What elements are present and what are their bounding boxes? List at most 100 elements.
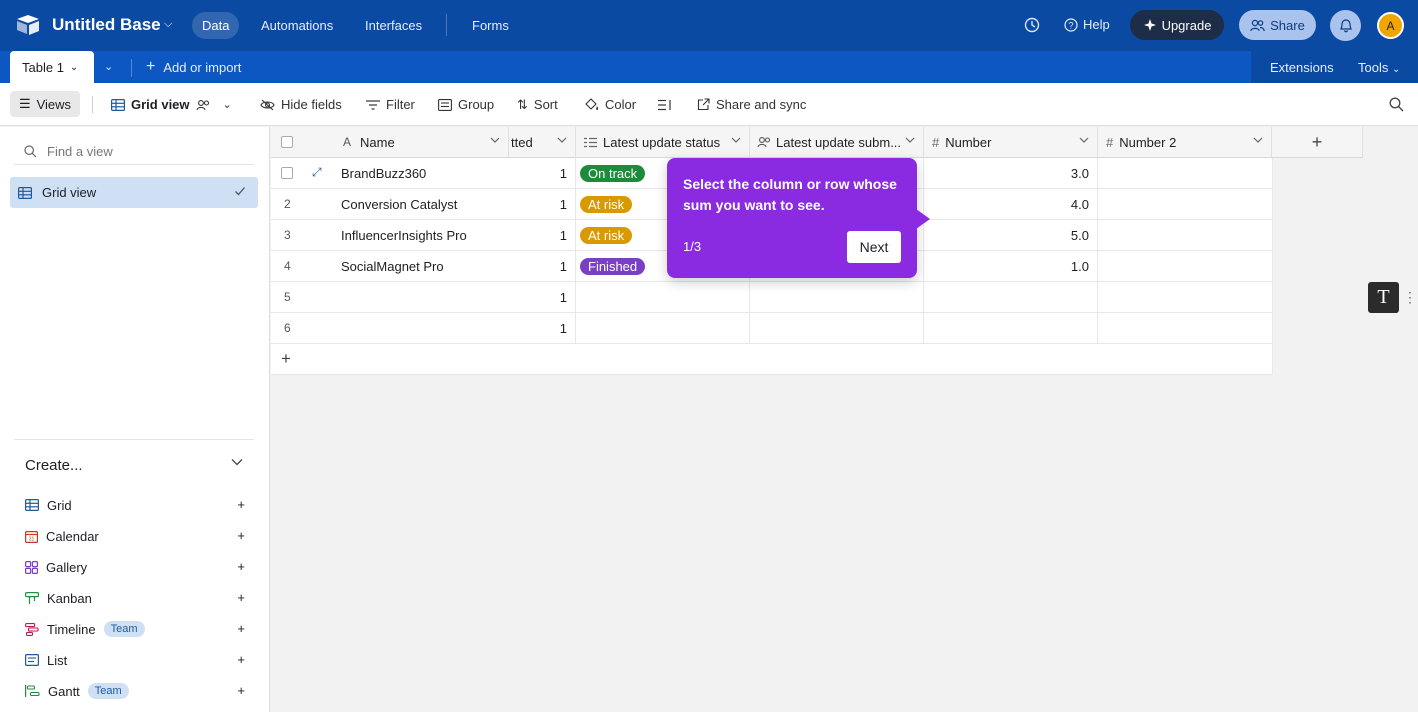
base-logo-icon[interactable] <box>16 14 40 36</box>
next-button[interactable]: Next <box>847 231 901 263</box>
chevron-down-icon[interactable] <box>731 137 741 144</box>
plus-icon[interactable]: + <box>237 652 245 667</box>
number2-cell[interactable] <box>1098 220 1273 251</box>
sort-button[interactable]: ⇅ Sort <box>517 94 558 115</box>
group-button[interactable]: Group <box>438 94 494 115</box>
create-gallery[interactable]: Gallery + <box>25 557 245 577</box>
search-icon[interactable] <box>1389 97 1404 112</box>
text-tool-button[interactable]: T <box>1368 282 1399 313</box>
plus-icon[interactable]: + <box>237 559 245 574</box>
upgrade-button[interactable]: Upgrade <box>1130 10 1224 40</box>
find-view-search[interactable]: Find a view <box>14 139 254 165</box>
create-gantt[interactable]: Gantt Team + <box>25 681 245 701</box>
table-row[interactable]: ⤢ BrandBuzz360 <box>271 158 509 189</box>
nav-automations[interactable]: Automations <box>251 12 343 39</box>
record-name[interactable]: BrandBuzz360 <box>341 166 426 181</box>
number2-column-header[interactable]: # Number 2 <box>1098 127 1272 158</box>
count-cell[interactable]: 1 <box>509 189 576 220</box>
plus-icon[interactable]: + <box>237 497 245 512</box>
svg-text:31: 31 <box>29 536 35 542</box>
number2-cell[interactable] <box>1098 282 1273 313</box>
record-name[interactable]: InfluencerInsights Pro <box>341 228 467 243</box>
share-and-sync-button[interactable]: Share and sync <box>697 94 806 115</box>
tab-table-1[interactable]: Table 1 ⌄ <box>10 51 94 83</box>
status-column-header[interactable]: Latest update status <box>576 127 750 158</box>
record-name[interactable]: SocialMagnet Pro <box>341 259 444 274</box>
create-section-title[interactable]: Create... <box>25 457 83 474</box>
notifications-button[interactable] <box>1330 10 1361 41</box>
submitter-column-header[interactable]: Latest update subm... <box>750 127 924 158</box>
expand-record-icon[interactable]: ⤢ <box>312 165 322 180</box>
submitted-column-header[interactable]: tted <box>509 127 576 158</box>
chevron-down-icon[interactable]: ⌄ <box>223 98 232 111</box>
number2-cell[interactable] <box>1098 251 1273 282</box>
find-view-input[interactable]: Find a view <box>47 144 113 159</box>
chevron-down-icon[interactable] <box>490 137 500 144</box>
share-button[interactable]: Share <box>1239 10 1316 40</box>
create-kanban[interactable]: Kanban + <box>25 588 245 608</box>
number2-cell[interactable] <box>1098 313 1273 344</box>
number-cell[interactable] <box>924 313 1098 344</box>
extensions-button[interactable]: Extensions <box>1270 60 1334 75</box>
grid-icon <box>25 499 39 511</box>
count-cell[interactable]: 1 <box>509 251 576 282</box>
table-row[interactable]: 4 SocialMagnet Pro <box>271 251 509 282</box>
name-column-header[interactable]: A Name <box>271 127 509 158</box>
table-row[interactable]: 6 <box>271 313 509 344</box>
chevron-down-icon[interactable] <box>905 137 915 144</box>
add-or-import-button[interactable]: + Add or import <box>146 58 241 76</box>
plus-icon[interactable]: + <box>237 590 245 605</box>
add-row-button[interactable]: + <box>271 344 509 375</box>
submitter-cell[interactable] <box>750 313 924 344</box>
help-button[interactable]: ? Help <box>1064 13 1110 37</box>
grid-view-switcher[interactable]: Grid view ⌄ <box>111 94 232 115</box>
calendar-icon: 31 <box>25 530 38 543</box>
number2-cell[interactable] <box>1098 158 1273 189</box>
chevron-down-icon[interactable] <box>1253 137 1263 144</box>
table-row[interactable]: 5 <box>271 282 509 313</box>
table-row[interactable]: 3 InfluencerInsights Pro <box>271 220 509 251</box>
row-checkbox[interactable] <box>281 167 293 179</box>
status-cell[interactable] <box>576 282 750 313</box>
create-list[interactable]: List + <box>25 650 245 670</box>
share-sync-label: Share and sync <box>716 97 807 112</box>
count-cell[interactable]: 1 <box>509 158 576 189</box>
base-name[interactable]: Untitled Base <box>52 15 161 35</box>
text-field-icon: A <box>343 135 352 149</box>
plus-icon[interactable]: + <box>237 683 245 698</box>
count-cell[interactable]: 1 <box>509 220 576 251</box>
chevron-down-icon[interactable] <box>557 137 567 144</box>
nav-interfaces[interactable]: Interfaces <box>355 12 432 39</box>
count-cell[interactable]: 1 <box>509 282 576 313</box>
history-icon[interactable] <box>1023 16 1041 34</box>
drag-handle-icon[interactable]: ⋮⋮ <box>1403 289 1418 306</box>
submitter-cell[interactable] <box>750 282 924 313</box>
plus-icon[interactable]: + <box>237 621 245 636</box>
chevron-down-icon[interactable]: ⌄ <box>70 62 78 73</box>
create-grid[interactable]: Grid + <box>25 495 245 515</box>
plus-icon[interactable]: + <box>237 528 245 543</box>
select-all-checkbox[interactable] <box>281 136 293 148</box>
tables-dropdown-icon[interactable]: ⌄ <box>104 60 113 73</box>
chevron-down-icon[interactable]: ⌵ <box>164 18 172 31</box>
color-button[interactable]: Color <box>584 94 636 115</box>
table-row[interactable]: 2 Conversion Catalyst <box>271 189 509 220</box>
count-cell[interactable]: 1 <box>509 313 576 344</box>
nav-data[interactable]: Data <box>192 12 240 39</box>
create-calendar[interactable]: 31 Calendar + <box>25 526 245 546</box>
record-name[interactable]: Conversion Catalyst <box>341 197 457 212</box>
views-button[interactable]: ☰ Views <box>10 91 80 117</box>
avatar[interactable]: A <box>1377 12 1404 39</box>
hide-fields-button[interactable]: Hide fields <box>260 94 342 115</box>
add-row-filler[interactable] <box>509 344 1273 375</box>
row-height-button[interactable] <box>658 94 672 115</box>
chevron-down-icon[interactable] <box>231 458 243 466</box>
sidebar-item-grid-view[interactable]: Grid view <box>10 177 258 208</box>
status-cell[interactable] <box>576 313 750 344</box>
tools-button[interactable]: Tools ⌄ <box>1358 60 1400 75</box>
number2-cell[interactable] <box>1098 189 1273 220</box>
create-timeline[interactable]: Timeline Team + <box>25 619 245 639</box>
add-field-button[interactable]: + <box>1272 127 1363 158</box>
nav-forms[interactable]: Forms <box>462 12 519 39</box>
filter-button[interactable]: Filter <box>366 94 415 115</box>
